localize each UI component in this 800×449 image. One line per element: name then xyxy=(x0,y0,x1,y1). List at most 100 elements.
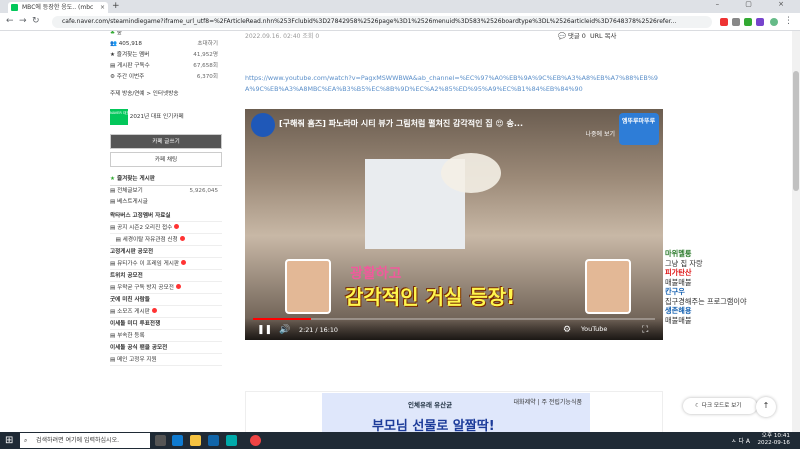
cafe-chat-button[interactable]: 카페 채팅 xyxy=(110,152,222,167)
tray-icons[interactable]: ㅅ 다 A xyxy=(731,436,750,445)
tab-close-icon[interactable]: × xyxy=(100,2,105,13)
url-input[interactable]: cafe.naver.com/steamindiegame?iframe_url… xyxy=(52,16,712,28)
reload-icon[interactable]: ↻ xyxy=(32,16,40,26)
url-copy-button[interactable]: URL 복사 xyxy=(590,32,616,40)
menu-item[interactable]: 고정게시판 공모전 xyxy=(110,246,222,258)
menu-item[interactable]: ▤ 메인 고정우 지원 xyxy=(110,354,222,366)
watch-later-button[interactable]: 나중에 보기 xyxy=(585,129,615,138)
board-count: 5,926,045 xyxy=(189,188,218,194)
chat-message: 집구경해주는 프로그램이야 xyxy=(665,296,747,306)
stat-value: 6,370회 xyxy=(196,74,218,80)
extension-icon[interactable] xyxy=(756,18,764,26)
ad-banner[interactable]: 인체유래 유산균 부모님 선물로 알짤딱! 대화제약 | 주 전립기능식품 xyxy=(245,391,663,432)
extension-icon[interactable] xyxy=(732,18,740,26)
menu-item[interactable]: ▤ 부속한 등록 xyxy=(110,330,222,342)
search-icon: ⌕ xyxy=(24,437,28,444)
menu-label[interactable]: 뮤티가수 이 프레임 게시판 xyxy=(117,261,179,267)
menu-item[interactable]: ▤ 세경이탈 자유관점 신청 xyxy=(110,234,222,246)
forward-icon[interactable]: → xyxy=(19,16,27,26)
new-badge xyxy=(175,284,181,289)
video-chandelier xyxy=(441,153,501,193)
browser-tab[interactable]: MBC에 등장한 응도.. (mbc × xyxy=(8,2,108,13)
video-time: 2:21 / 16:10 xyxy=(299,326,338,334)
menu-item[interactable]: ▤ 공지 시즌2 오리진 접수 xyxy=(110,222,222,234)
browser-tab-strip: MBC에 등장한 응도.. (mbc × + – ▢ × xyxy=(0,0,800,13)
windows-start-icon[interactable]: ⊞ xyxy=(5,435,13,446)
edge-icon[interactable] xyxy=(172,435,183,446)
guest-face-left xyxy=(285,259,331,314)
menu-item[interactable]: 왁타버스 고정멤버 자료실 xyxy=(110,210,222,222)
star-icon: ★ xyxy=(110,52,117,58)
clock-time: 오후 10:41 xyxy=(761,433,790,439)
dark-mode-toggle[interactable]: ☾ 다크 모드로 보기 xyxy=(683,398,757,414)
chrome-icon[interactable] xyxy=(250,435,261,446)
video-title[interactable]: [구해줘 홈즈] 파노라마 시티 뷰가 그림처럼 펼쳐진 감각적인 집 😍 송.… xyxy=(279,118,523,129)
board-label[interactable]: 베스트게시글 xyxy=(117,199,148,205)
menu-label[interactable]: 소모즈 게시판 xyxy=(117,309,150,315)
stat-row: ★ 즐겨찾는 멤버 41,952명 xyxy=(110,50,222,61)
back-icon[interactable]: ← xyxy=(6,16,14,26)
menu-item[interactable]: 굿에 미친 사람들 xyxy=(110,294,222,306)
menu-item[interactable]: 트위치 공모전 xyxy=(110,270,222,282)
ad-line1: 인체유래 유산균 xyxy=(408,401,453,409)
video-progress-fill xyxy=(253,318,312,320)
page-scrollbar[interactable] xyxy=(792,31,800,432)
taskbar-search[interactable]: ⌕ 검색하려면 여기에 입력하십시오. xyxy=(20,433,150,448)
stat-value: 67,658회 xyxy=(193,63,218,69)
video-caption-top: 광활하고 xyxy=(350,266,402,282)
menu-item[interactable]: ▤ 뮤티가수 이 프레임 게시판 xyxy=(110,258,222,270)
clock[interactable]: 오후 10:41 2022-09-16 xyxy=(757,433,790,447)
board-icon: ▤ xyxy=(110,237,123,243)
tab-title: MBC에 등장한 응도.. (mbc xyxy=(22,4,94,11)
menu-item[interactable]: 이세돌 공식 팬클 공모전 xyxy=(110,342,222,354)
menu-item[interactable]: ▤ 우왁굳 구독 방지 공모전 xyxy=(110,282,222,294)
fullscreen-icon[interactable]: ⛶ xyxy=(642,325,648,335)
invite-link[interactable]: 초대하기 xyxy=(197,39,218,50)
menu-item[interactable]: 이세돌 미디 투표전쟁 xyxy=(110,318,222,330)
write-post-button[interactable]: 카페 글쓰기 xyxy=(110,134,222,149)
menu-label[interactable]: 부속한 등록 xyxy=(117,333,145,339)
members-icon: 👥 xyxy=(110,41,119,47)
stat-row: ▤ 게시판 구독수 67,658회 xyxy=(110,61,222,72)
chat-message: 그냥 집 자랑 xyxy=(665,258,703,268)
menu-item[interactable]: ▤ 소모즈 게시판 xyxy=(110,306,222,318)
pause-icon[interactable]: ❚❚ xyxy=(257,325,272,335)
stat-label: 게시판 구독수 xyxy=(117,63,150,69)
stream-chat-overlay: 마위멜롱 그냥 집 자랑 피가탄산 매불매불 칸구우 집구경해주는 프로그램이야… xyxy=(665,249,795,325)
new-tab-button[interactable]: + xyxy=(112,1,120,11)
reply-count[interactable]: 댓글 0 xyxy=(568,32,586,40)
youtube-embed[interactable]: [구해줘 홈즈] 파노라마 시티 뷰가 그림처럼 펼쳐진 감각적인 집 😍 송.… xyxy=(245,109,663,340)
menu-kebab-icon[interactable]: ⋮ xyxy=(784,16,793,26)
fav-board-item[interactable]: ▤ 베스트게시글 xyxy=(110,197,222,208)
settings-gear-icon[interactable]: ⚙ xyxy=(563,325,571,335)
ad-inner[interactable]: 인체유래 유산균 부모님 선물로 알짤딱! 대화제약 | 주 전립기능식품 xyxy=(322,393,590,432)
guest-face-right xyxy=(585,259,631,314)
youtube-logo[interactable]: YouTube xyxy=(581,325,607,333)
scrollbar-thumb[interactable] xyxy=(793,71,799,191)
video-progress-bar[interactable] xyxy=(253,318,655,320)
window-controls[interactable]: – ▢ × xyxy=(716,0,796,8)
board-label[interactable]: 전체글보기 xyxy=(117,188,143,194)
naver-award-badge: NAVER 대표카페 xyxy=(110,108,136,125)
scroll-to-top-button[interactable]: ↑ xyxy=(756,397,776,417)
extension-icon[interactable] xyxy=(720,18,728,26)
article-actions: 💬 댓글 0 URL 복사 xyxy=(558,31,616,40)
ad-brand: 대화제약 | 주 전립기능식품 xyxy=(513,399,582,406)
chat-message: 매불매불 xyxy=(665,315,692,325)
fav-board-item[interactable]: ▤ 전체글보기 5,926,045 xyxy=(110,186,222,197)
file-explorer-icon[interactable] xyxy=(190,435,201,446)
menu-label[interactable]: 세경이탈 자유관점 신청 xyxy=(123,237,178,243)
menu-label[interactable]: 우왁굳 구독 방지 공모전 xyxy=(117,285,174,291)
task-view-icon[interactable] xyxy=(155,435,166,446)
youtube-link[interactable]: https://www.youtube.com/watch?v=PagxMSWW… xyxy=(245,73,663,95)
mbc-channel-badge[interactable] xyxy=(251,113,275,137)
extension-icon[interactable] xyxy=(744,18,752,26)
menu-label[interactable]: 공지 시즌2 오리진 접수 xyxy=(117,225,172,231)
vscode-icon[interactable] xyxy=(208,435,219,446)
volume-icon[interactable]: 🔊 xyxy=(279,325,290,335)
menu-label[interactable]: 메인 고정우 지원 xyxy=(117,357,157,363)
app-icon[interactable] xyxy=(226,435,237,446)
theme-label[interactable]: 주제 방송/연예 > 인터넷방송 xyxy=(110,89,222,100)
article-content: 2022.09.16. 02:40 조회 0 https://www.youtu… xyxy=(245,31,663,432)
profile-avatar[interactable] xyxy=(770,18,778,26)
